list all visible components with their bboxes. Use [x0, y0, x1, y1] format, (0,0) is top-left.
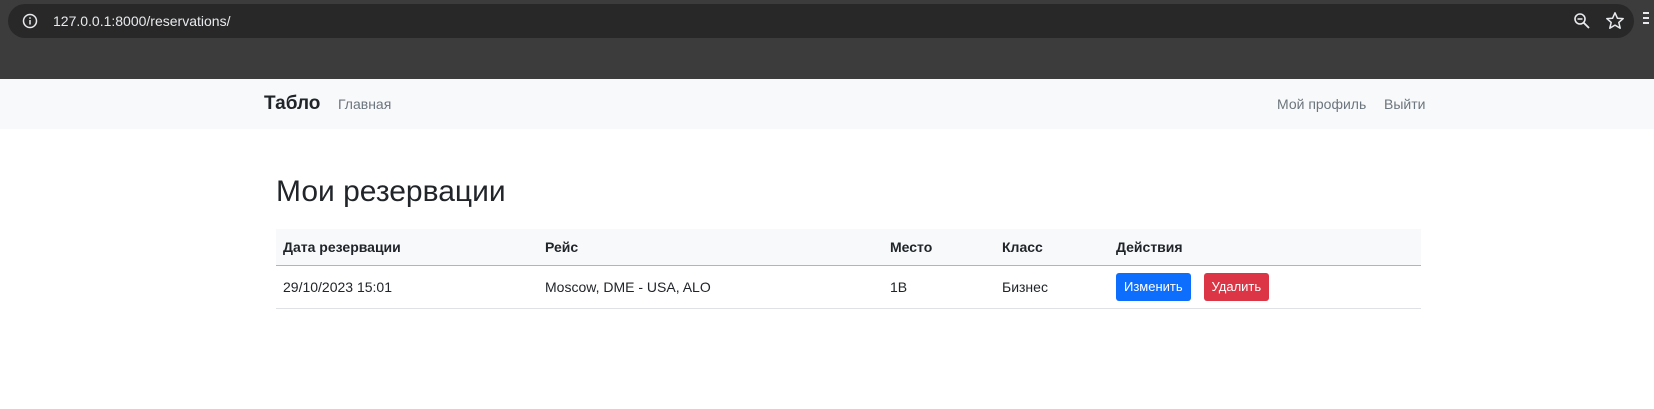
menu-dots-icon[interactable] — [1643, 10, 1654, 26]
table-row: 29/10/2023 15:01 Moscow, DME - USA, ALO … — [276, 265, 1421, 309]
nav-link-profile[interactable]: Мой профиль — [1277, 95, 1366, 113]
delete-button[interactable]: Удалить — [1203, 273, 1270, 301]
table-body: 29/10/2023 15:01 Moscow, DME - USA, ALO … — [276, 265, 1421, 309]
column-header-class: Класс — [995, 229, 1109, 266]
cell-flight: Moscow, DME - USA, ALO — [538, 265, 883, 309]
table-header-row: Дата резервации Рейс Место Класс Действи… — [276, 229, 1421, 266]
cell-date: 29/10/2023 15:01 — [276, 265, 538, 309]
column-header-seat: Место — [883, 229, 995, 266]
reservations-table: Дата резервации Рейс Место Класс Действи… — [276, 229, 1421, 309]
edit-button[interactable]: Изменить — [1116, 273, 1191, 301]
nav-link-home[interactable]: Главная — [338, 95, 391, 113]
info-icon[interactable] — [22, 13, 38, 29]
nav-link-logout[interactable]: Выйти — [1384, 95, 1425, 113]
url-text[interactable]: 127.0.0.1:8000/reservations/ — [53, 12, 230, 30]
column-header-flight: Рейс — [538, 229, 883, 266]
cell-seat: 1B — [883, 265, 995, 309]
address-bar[interactable]: 127.0.0.1:8000/reservations/ — [8, 4, 1634, 38]
page-title: Мои резервации — [276, 175, 506, 208]
column-header-actions: Действия — [1109, 229, 1421, 266]
browser-chrome: 127.0.0.1:8000/reservations/ — [0, 0, 1654, 79]
star-icon[interactable] — [1605, 11, 1625, 31]
zoom-out-icon[interactable] — [1573, 12, 1591, 30]
cell-class: Бизнес — [995, 265, 1109, 309]
navbar: Табло Главная Мой профиль Выйти — [0, 79, 1654, 129]
table-header: Дата резервации Рейс Место Класс Действи… — [276, 229, 1421, 266]
cell-actions: Изменить Удалить — [1109, 265, 1421, 309]
column-header-date: Дата резервации — [276, 229, 538, 266]
navbar-brand[interactable]: Табло — [264, 92, 320, 116]
